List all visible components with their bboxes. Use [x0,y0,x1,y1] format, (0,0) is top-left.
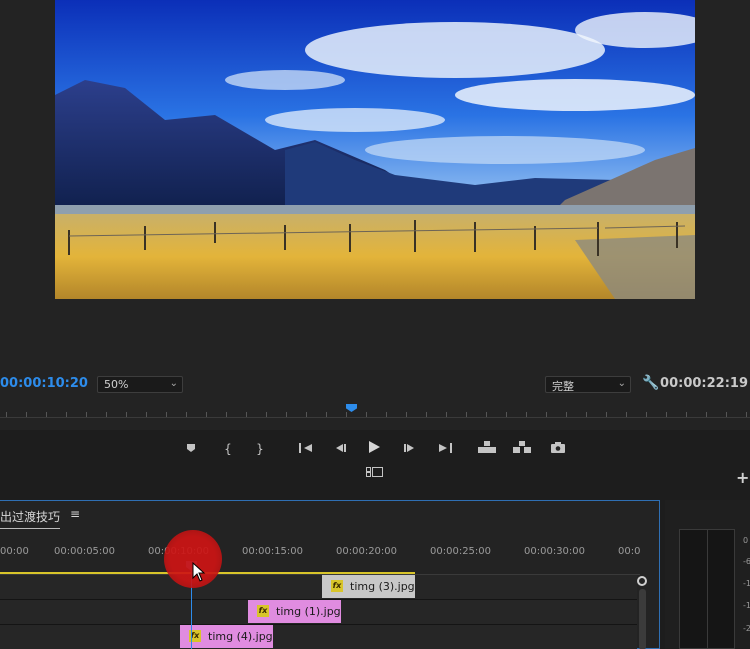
ruler-tick [706,412,707,417]
zoom-scroll-handle[interactable] [637,576,647,586]
chevron-down-icon: ⌄ [169,378,178,389]
clip-name: timg (1).jpg [276,605,341,618]
ruler-tick [46,412,47,417]
timeline-ruler-label: 00:00:15:00 [242,546,304,557]
ruler-tick [246,412,247,417]
ruler-tick [746,412,747,417]
ruler-tick [386,412,387,417]
step-back-icon[interactable] [330,440,350,458]
ruler-tick [286,412,287,417]
sequence-tab[interactable]: 出过渡技巧 [0,508,61,529]
lift-icon[interactable] [477,440,497,458]
program-monitor: 00:00:10:20 50% ⌄ 完整 ⌄ 🔧 00:00:22:19 { } [0,0,750,487]
wrench-icon[interactable]: 🔧 [642,375,659,391]
clip-name: timg (3).jpg [350,580,415,593]
ruler-tick [306,412,307,417]
extract-icon[interactable] [512,440,532,458]
meter-scale-label: -6 [743,557,750,566]
timeline-clip[interactable]: fx timg (1).jpg [248,600,341,623]
hamburger-icon[interactable]: ≡ [70,507,80,521]
multicam-icon[interactable] [366,467,384,479]
ruler-tick [446,412,447,417]
ruler-tick [346,412,347,417]
fx-badge-icon: fx [257,605,269,617]
ruler-tick [226,412,227,417]
ruler-tick [106,412,107,417]
duration-timecode: 00:00:22:19 [660,376,748,391]
timeline-ruler-label: 00:00:05:00 [54,546,116,557]
clip-name: timg (4).jpg [208,630,273,643]
timeline-panel: 出过渡技巧 ≡ 00:00 00:00:05:00 00:00:10:00 00… [0,500,660,649]
ruler-tick [546,412,547,417]
marker-icon[interactable] [181,440,201,458]
ruler-tick [526,412,527,417]
ruler-tick [266,412,267,417]
ruler-tick [166,412,167,417]
ruler-tick [566,412,567,417]
plus-icon[interactable]: + [736,468,749,487]
timeline-ruler-label: 00:00:30:00 [524,546,586,557]
ruler-tick [6,412,7,417]
ruler-tick [326,412,327,417]
ruler-tick [606,412,607,417]
ruler-tick [426,412,427,417]
ruler-tick [186,412,187,417]
ruler-tick [646,412,647,417]
timeline-clip[interactable]: fx timg (4).jpg [180,625,273,648]
play-icon[interactable] [364,440,384,458]
ruler-tick [366,412,367,417]
ruler-tick [406,412,407,417]
mark-out-icon[interactable]: } [250,440,270,458]
monitor-time-ruler[interactable] [0,402,750,418]
ruler-tick [86,412,87,417]
ruler-tick [626,412,627,417]
ruler-tick [146,412,147,417]
camera-icon[interactable] [548,440,568,458]
meter-scale-label: -1 [743,579,750,588]
mouse-cursor-icon [192,562,206,582]
video-track-v3[interactable]: fx timg (3).jpg [0,575,637,600]
fx-badge-icon: fx [331,580,343,592]
ruler-tick [586,412,587,417]
chevron-down-icon: ⌄ [617,378,626,389]
ruler-tick [486,412,487,417]
ruler-tick [206,412,207,417]
timeline-ruler-label: 00:00:25:00 [430,546,492,557]
vertical-scrollbar[interactable] [639,589,646,649]
playback-resolution-value: 完整 [552,380,574,393]
meter-scale-label: -1 [743,601,750,610]
ruler-tick [666,412,667,417]
meter-channel-divider [707,530,708,649]
zoom-level-value: 50% [104,378,129,391]
audio-meter [679,529,735,649]
ruler-tick [466,412,467,417]
playback-resolution-select[interactable]: 完整 ⌄ [545,376,631,393]
zoom-level-select[interactable]: 50% ⌄ [97,376,183,393]
timeline-ruler-label: 00:0 [618,546,641,557]
mark-in-icon[interactable]: { [218,440,238,458]
step-forward-icon[interactable] [400,440,420,458]
current-timecode[interactable]: 00:00:10:20 [0,376,88,391]
timeline-ruler-label: 00:00:20:00 [336,546,398,557]
ruler-tick [126,412,127,417]
video-track-v2[interactable]: fx timg (1).jpg [0,600,637,625]
ruler-tick [26,412,27,417]
timeline-ruler-label: 00:00 [0,546,29,557]
ruler-tick [726,412,727,417]
audio-meters-panel: 0 -6 -1 -1 -2 [665,500,750,649]
ruler-tick [66,412,67,417]
ruler-tick [686,412,687,417]
timeline-clip[interactable]: fx timg (3).jpg [322,575,415,598]
video-track-v1[interactable]: fx timg (4).jpg [0,625,637,649]
go-to-in-icon[interactable] [296,440,316,458]
meter-scale-label: -2 [743,624,750,633]
ruler-tick [506,412,507,417]
meter-scale-label: 0 [743,536,749,545]
program-video-frame[interactable] [55,0,695,299]
landscape-image [55,0,695,299]
go-to-out-icon[interactable] [435,440,455,458]
